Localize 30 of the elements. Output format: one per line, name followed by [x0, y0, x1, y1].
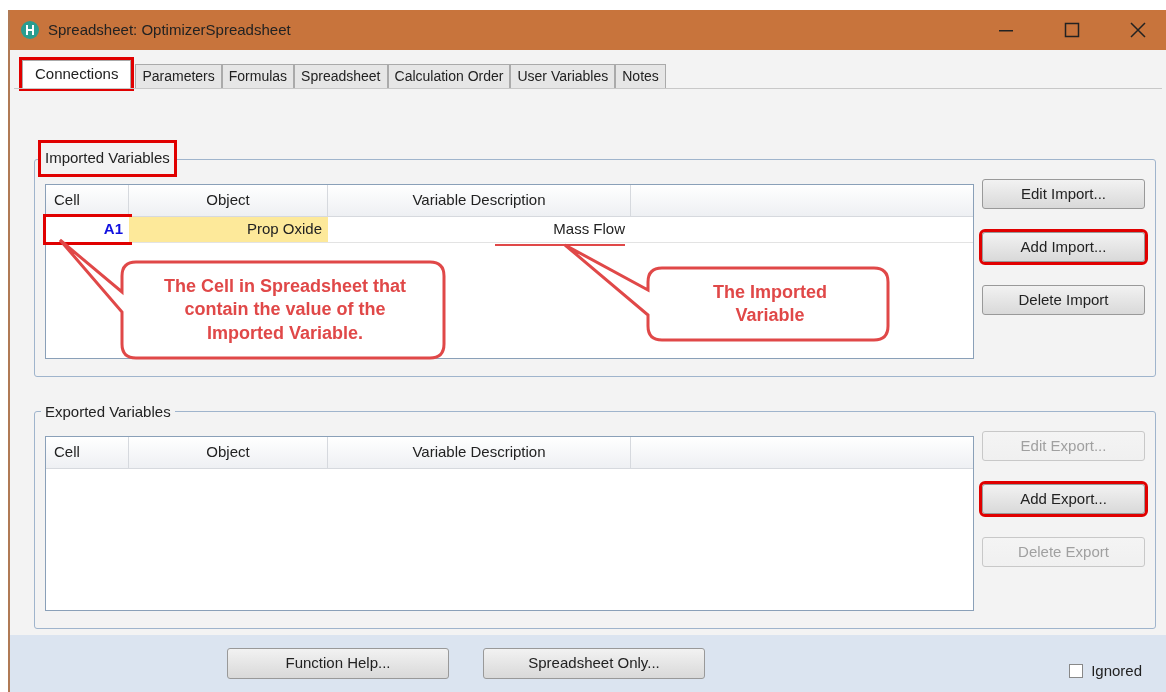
tab[interactable]: Notes: [615, 64, 666, 88]
column-header[interactable]: Cell: [46, 437, 129, 468]
action-button[interactable]: Add Import...: [982, 232, 1145, 262]
table-cell: A1: [46, 217, 129, 242]
ignored-checkbox[interactable]: [1069, 664, 1084, 679]
table-cell: Prop Oxide: [129, 217, 328, 242]
footer-button[interactable]: Spreadsheet Only...: [483, 648, 705, 679]
table-cell-text: Mass Flow: [552, 219, 626, 240]
window-title: Spreadsheet: OptimizerSpreadsheet: [48, 19, 292, 40]
footer-button[interactable]: Function Help...: [227, 648, 449, 679]
column-header[interactable]: Object: [129, 437, 328, 468]
app-icon: [20, 20, 40, 40]
action-button[interactable]: Delete Import: [982, 285, 1145, 315]
close-icon[interactable]: [1130, 22, 1146, 38]
callout-text: The Cell in Spreadsheet that contain the value of the Imported Variable.: [162, 274, 408, 345]
checkbox-label: Ignored: [1091, 661, 1142, 681]
tab[interactable]: Formulas: [221, 64, 295, 88]
tab[interactable]: Spreadsheet: [294, 64, 388, 88]
tab[interactable]: Calculation Order: [387, 64, 511, 88]
callout-text: The Imported Variable: [712, 280, 828, 327]
action-button[interactable]: Edit Import...: [982, 179, 1145, 209]
tab[interactable]: Parameters: [135, 64, 222, 88]
tab[interactable]: Connections: [22, 60, 132, 88]
column-header[interactable]: Variable Description: [328, 437, 631, 468]
column-header[interactable]: Cell: [46, 185, 129, 216]
maximize-icon[interactable]: [1064, 22, 1080, 38]
column-header[interactable]: Variable Description: [328, 185, 631, 216]
action-button[interactable]: Add Export...: [982, 484, 1145, 514]
column-header[interactable]: Object: [129, 185, 328, 216]
tab[interactable]: User Variables: [510, 64, 616, 88]
